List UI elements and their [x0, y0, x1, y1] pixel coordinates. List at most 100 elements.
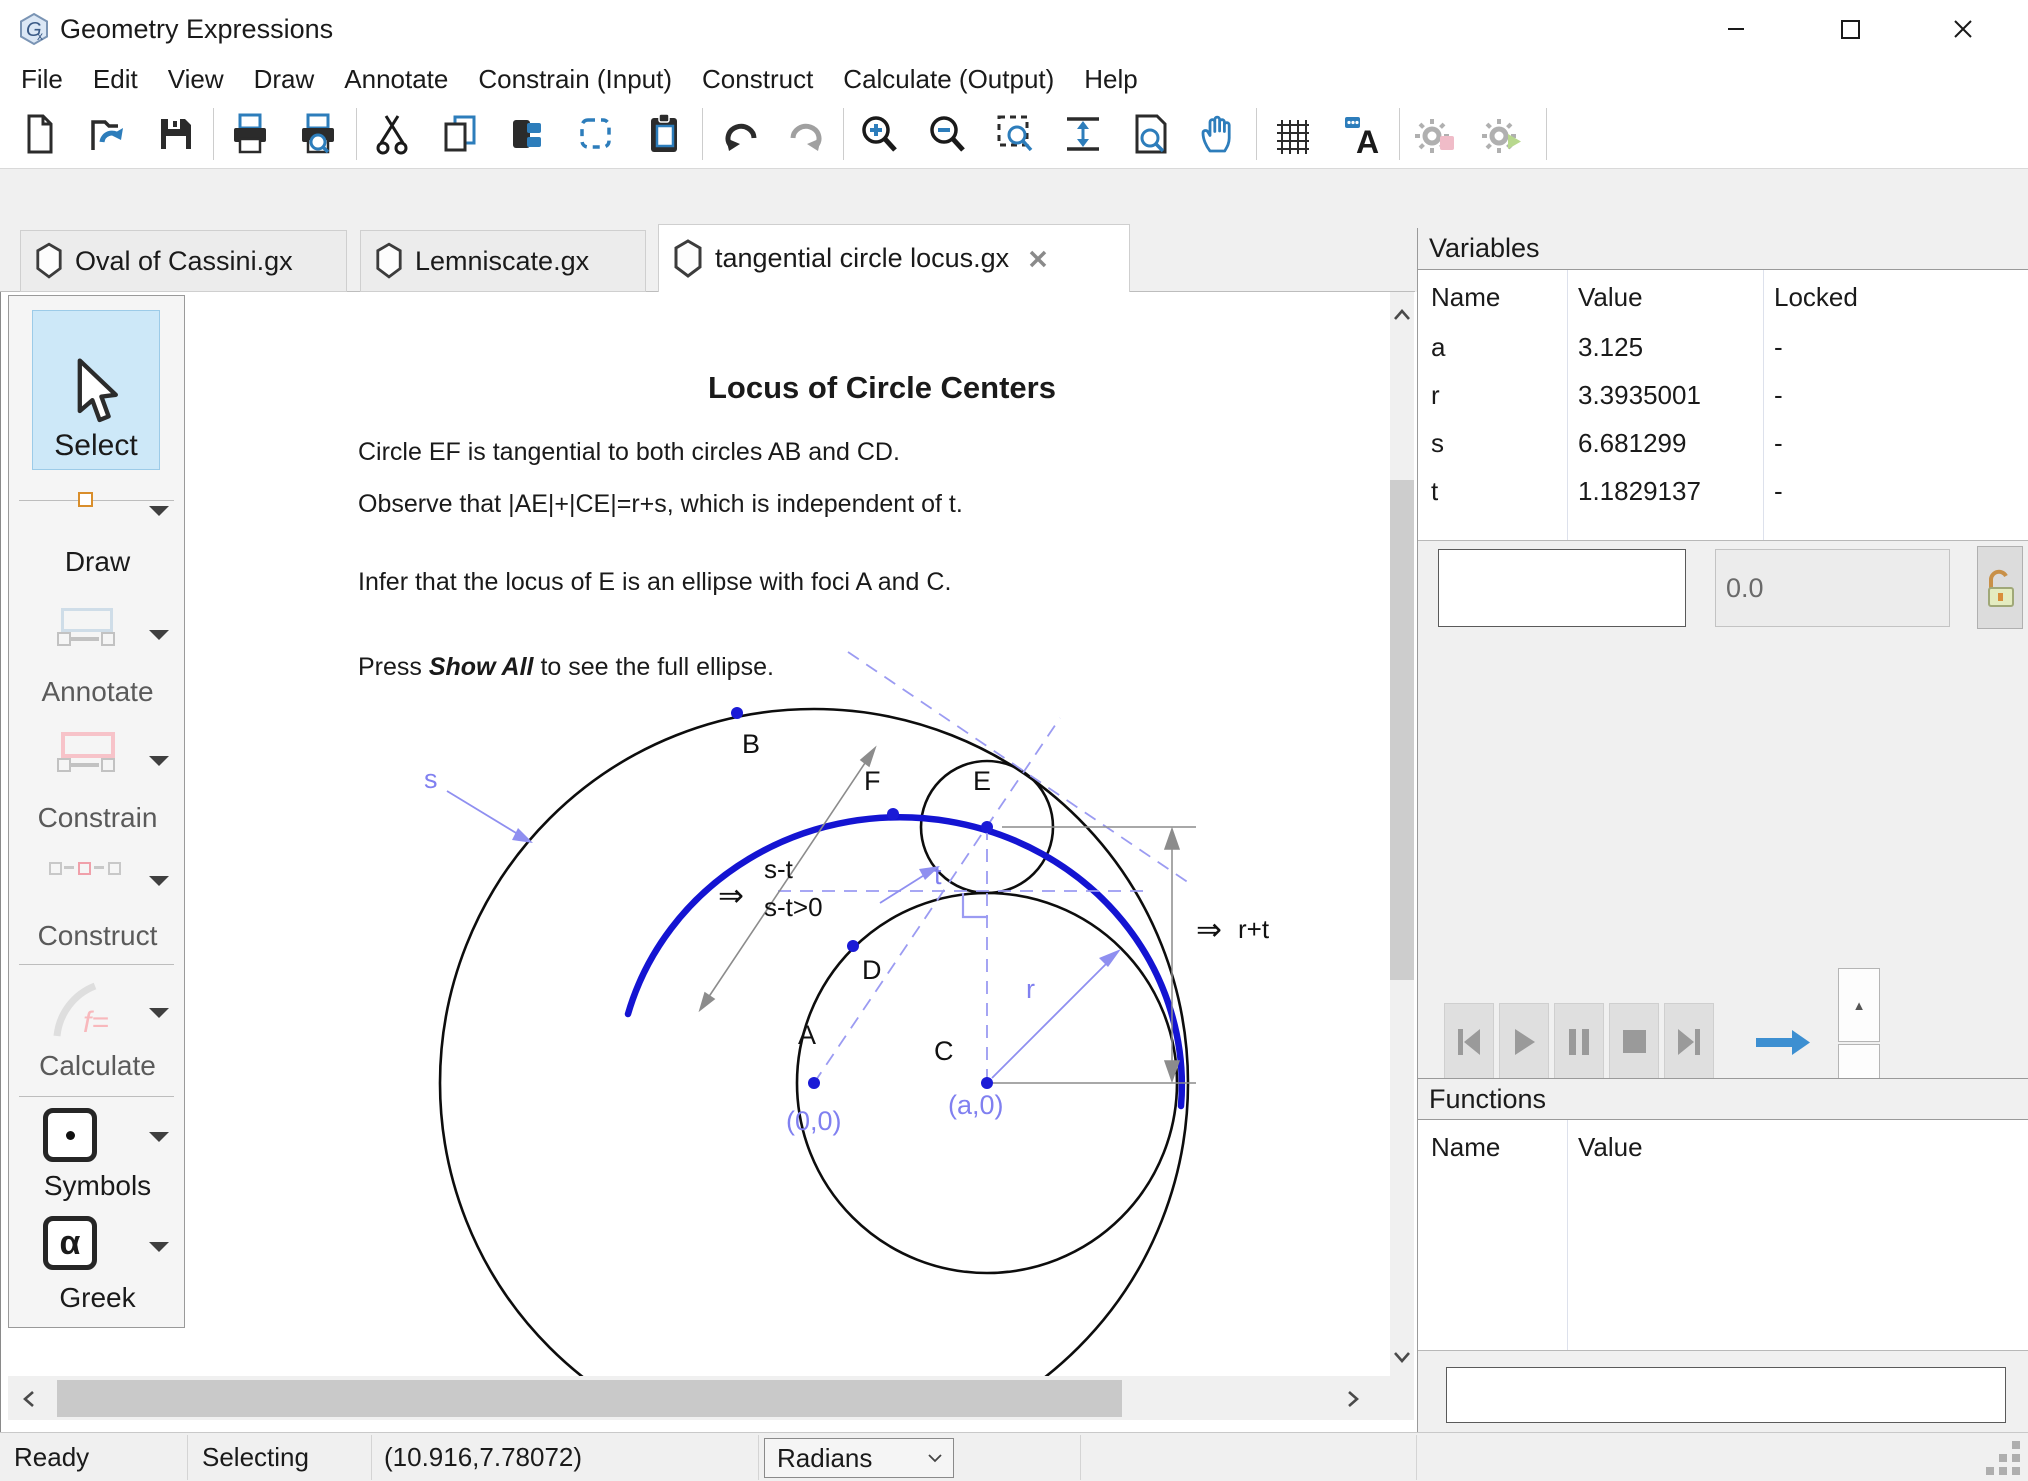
undo-button[interactable] [716, 110, 764, 158]
select-tool-button[interactable]: Select [32, 310, 160, 470]
implies-arrow-st: ⇒ [718, 878, 744, 913]
zoom-in-button[interactable] [856, 110, 904, 158]
menu-edit[interactable]: Edit [78, 60, 153, 99]
toolbox-separator [19, 1096, 174, 1097]
menu-annotate[interactable]: Annotate [329, 60, 463, 99]
variable-locked[interactable]: - [1774, 476, 1783, 507]
skip-to-start-button[interactable] [1444, 1003, 1494, 1081]
toggle-grid-button[interactable] [1269, 110, 1317, 158]
menu-construct[interactable]: Construct [687, 60, 828, 99]
menu-view[interactable]: View [153, 60, 239, 99]
drawing-canvas[interactable]: Locus of Circle Centers Circle EF is tan… [186, 292, 1390, 1376]
menu-constrain-input[interactable]: Constrain (Input) [463, 60, 687, 99]
undo-icon [716, 110, 764, 158]
tab-oval-of-cassini[interactable]: Oval of Cassini.gx [20, 230, 347, 292]
greek-tool-group[interactable]: α Greek [9, 1208, 186, 1328]
redo-button[interactable] [783, 110, 831, 158]
save-button[interactable] [152, 110, 200, 158]
functions-table: Name Value [1418, 1120, 2028, 1350]
zoom-page-button[interactable] [1127, 110, 1175, 158]
paste-button[interactable] [641, 110, 689, 158]
zoom-out-button[interactable] [924, 110, 972, 158]
point-C[interactable] [981, 1077, 993, 1089]
construct-tool-label: Construct [9, 920, 186, 952]
constrain-dropdown-icon[interactable] [149, 756, 169, 766]
copy-drawing-button[interactable] [504, 110, 552, 158]
new-file-button[interactable] [16, 110, 64, 158]
scroll-right-icon[interactable] [1336, 1380, 1370, 1417]
menu-draw[interactable]: Draw [239, 60, 330, 99]
pan-button[interactable] [1195, 110, 1243, 158]
construct-tool-group[interactable]: Construct [9, 854, 186, 966]
menu-calculate-output[interactable]: Calculate (Output) [828, 60, 1069, 99]
tab-lemniscate[interactable]: Lemniscate.gx [360, 230, 646, 292]
menu-help[interactable]: Help [1069, 60, 1152, 99]
angle-unit-select[interactable]: Radians [764, 1438, 954, 1478]
scroll-down-icon[interactable] [1390, 1340, 1414, 1374]
horizontal-scroll-thumb[interactable] [57, 1380, 1122, 1417]
tab-tangential-circle-locus[interactable]: tangential circle locus.gx [658, 224, 1130, 292]
label-D: D [862, 955, 882, 985]
greek-dropdown-icon[interactable] [149, 1242, 169, 1252]
resize-grip[interactable] [1986, 1441, 2022, 1477]
point-D[interactable] [847, 940, 859, 952]
variable-value[interactable]: 6.681299 [1578, 428, 1686, 459]
annotate-tool-group[interactable]: Annotate [9, 604, 186, 720]
draw-dropdown-icon[interactable] [149, 506, 169, 516]
status-bar: Ready Selecting (10.916,7.78072) Radians [0, 1432, 2028, 1481]
vertical-scroll-thumb[interactable] [1390, 480, 1414, 980]
point-B[interactable] [731, 707, 743, 719]
variable-locked[interactable]: - [1774, 380, 1783, 411]
stop-button[interactable] [1609, 1003, 1659, 1081]
tab-close-icon[interactable] [1027, 248, 1049, 270]
variable-locked[interactable]: - [1774, 428, 1783, 459]
animation-panel: 0.0 [1418, 540, 2028, 1079]
grip-dot [2012, 1467, 2020, 1475]
annotate-dropdown-icon[interactable] [149, 630, 169, 640]
lock-variable-button[interactable] [1977, 546, 2023, 629]
output-settings-button[interactable] [1480, 110, 1528, 158]
maximize-button[interactable] [1816, 0, 1884, 58]
skip-to-end-button[interactable] [1664, 1003, 1714, 1081]
cut-button[interactable] [368, 110, 416, 158]
open-file-button[interactable] [84, 110, 132, 158]
function-entry-area [1418, 1350, 2028, 1433]
symbols-dropdown-icon[interactable] [149, 1132, 169, 1142]
variable-value[interactable]: 3.125 [1578, 332, 1643, 363]
locus-ellipse-arc[interactable] [628, 817, 1182, 1106]
variable-value[interactable]: 1.1829137 [1578, 476, 1701, 507]
variable-locked[interactable]: - [1774, 332, 1783, 363]
input-settings-button[interactable] [1413, 110, 1461, 158]
menu-file[interactable]: File [6, 60, 78, 99]
calculate-dropdown-icon[interactable] [149, 1008, 169, 1018]
text-style-button[interactable]: A [1337, 110, 1385, 158]
calculate-tool-group[interactable]: f= Calculate [9, 976, 186, 1094]
copy-button[interactable] [436, 110, 484, 158]
function-entry-input[interactable] [1446, 1367, 2006, 1423]
constrain-tool-group[interactable]: Constrain [9, 728, 186, 844]
animation-variable-input[interactable] [1438, 549, 1686, 627]
print-button[interactable] [226, 110, 274, 158]
construct-dropdown-icon[interactable] [149, 876, 169, 886]
draw-tool-group[interactable]: Draw [9, 486, 186, 596]
symbols-tool-group[interactable]: Symbols [9, 1104, 186, 1224]
variables-panel-header: Variables [1418, 228, 2028, 270]
print-preview-button[interactable] [294, 110, 342, 158]
variable-value[interactable]: 3.3935001 [1578, 380, 1701, 411]
toolbar: A [0, 100, 2028, 169]
pause-button[interactable] [1554, 1003, 1604, 1081]
pan-hand-icon [1195, 110, 1243, 158]
close-button[interactable] [1929, 0, 1997, 58]
scroll-left-icon[interactable] [12, 1380, 46, 1417]
label-B: B [742, 729, 760, 759]
paste-special-button[interactable] [572, 110, 620, 158]
point-E[interactable] [981, 821, 993, 833]
speed-up-button[interactable]: ▲ [1838, 968, 1880, 1042]
zoom-to-fit-button[interactable] [1059, 110, 1107, 158]
scroll-up-icon[interactable] [1390, 298, 1414, 332]
point-F[interactable] [887, 808, 899, 820]
play-button[interactable] [1499, 1003, 1549, 1081]
zoom-window-button[interactable] [992, 110, 1040, 158]
minimize-button[interactable] [1702, 0, 1770, 58]
point-A[interactable] [808, 1077, 820, 1089]
